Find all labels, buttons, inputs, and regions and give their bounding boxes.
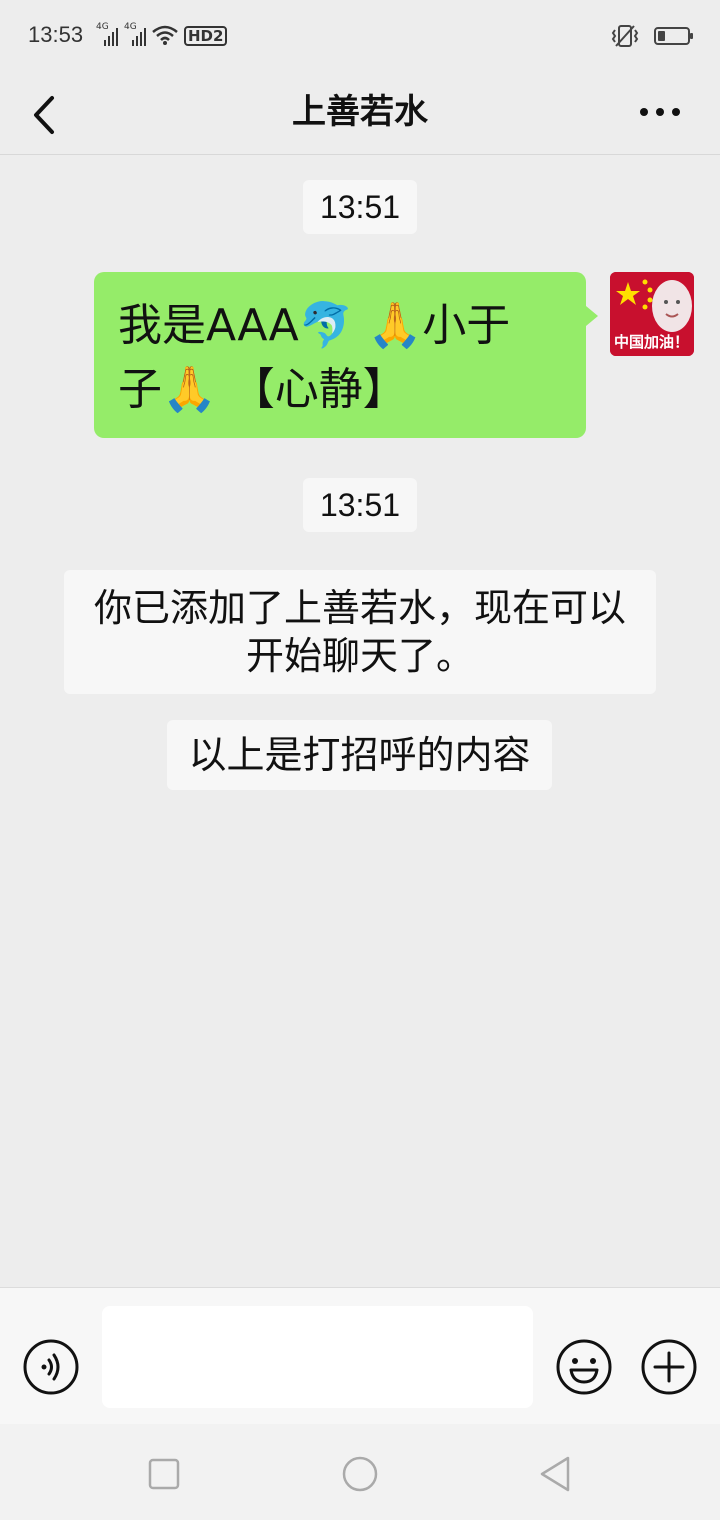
home-icon[interactable] xyxy=(340,1454,380,1494)
voice-icon[interactable] xyxy=(22,1338,80,1396)
avatar-text: 中国加油！ xyxy=(614,333,690,351)
message-timestamp: 13:51 xyxy=(303,478,417,532)
input-bar xyxy=(0,1287,720,1424)
status-right-icons xyxy=(610,24,693,48)
message-timestamp: 13:51 xyxy=(303,180,417,234)
wifi-icon xyxy=(152,25,178,45)
more-dots-icon[interactable] xyxy=(630,92,690,132)
message-input[interactable] xyxy=(102,1306,533,1408)
chat-header: 上善若水 xyxy=(0,72,720,155)
status-left-icons: 4G 4G HD2 xyxy=(96,22,228,46)
recent-apps-icon[interactable] xyxy=(144,1454,184,1494)
system-notice-line: 开始聊天了。 xyxy=(245,634,474,678)
sent-message-bubble[interactable]: 我是AAA🐬 🙏小于 子🙏 【心静】 xyxy=(94,272,586,438)
greeting-notice: 以上是打招呼的内容 xyxy=(167,720,552,790)
sent-message-line: 子🙏 【心静】 xyxy=(118,364,407,415)
vibrate-icon xyxy=(611,25,639,47)
emoji-icon[interactable] xyxy=(555,1338,613,1396)
chat-title: 上善若水 xyxy=(292,92,428,132)
status-bar: 13:53 4G 4G HD2 xyxy=(0,0,720,72)
bubble-tail xyxy=(586,306,598,326)
battery-icon xyxy=(654,27,693,45)
system-notice-line: 你已添加了上善若水，现在可以 xyxy=(93,586,626,630)
sent-message-line: 我是AAA🐬 🙏小于 xyxy=(118,300,511,351)
signal-icon: 4G xyxy=(124,22,146,46)
status-time: 13:53 xyxy=(28,22,84,47)
system-notice: 你已添加了上善若水，现在可以 开始聊天了。 xyxy=(64,570,656,694)
hd-icon: HD2 xyxy=(184,26,228,46)
system-navigation-bar xyxy=(0,1424,720,1520)
avatar[interactable]: 中国加油！ xyxy=(610,272,694,356)
signal-icon: 4G xyxy=(96,22,118,46)
plus-icon[interactable] xyxy=(640,1338,698,1396)
back-triangle-icon[interactable] xyxy=(536,1454,576,1494)
